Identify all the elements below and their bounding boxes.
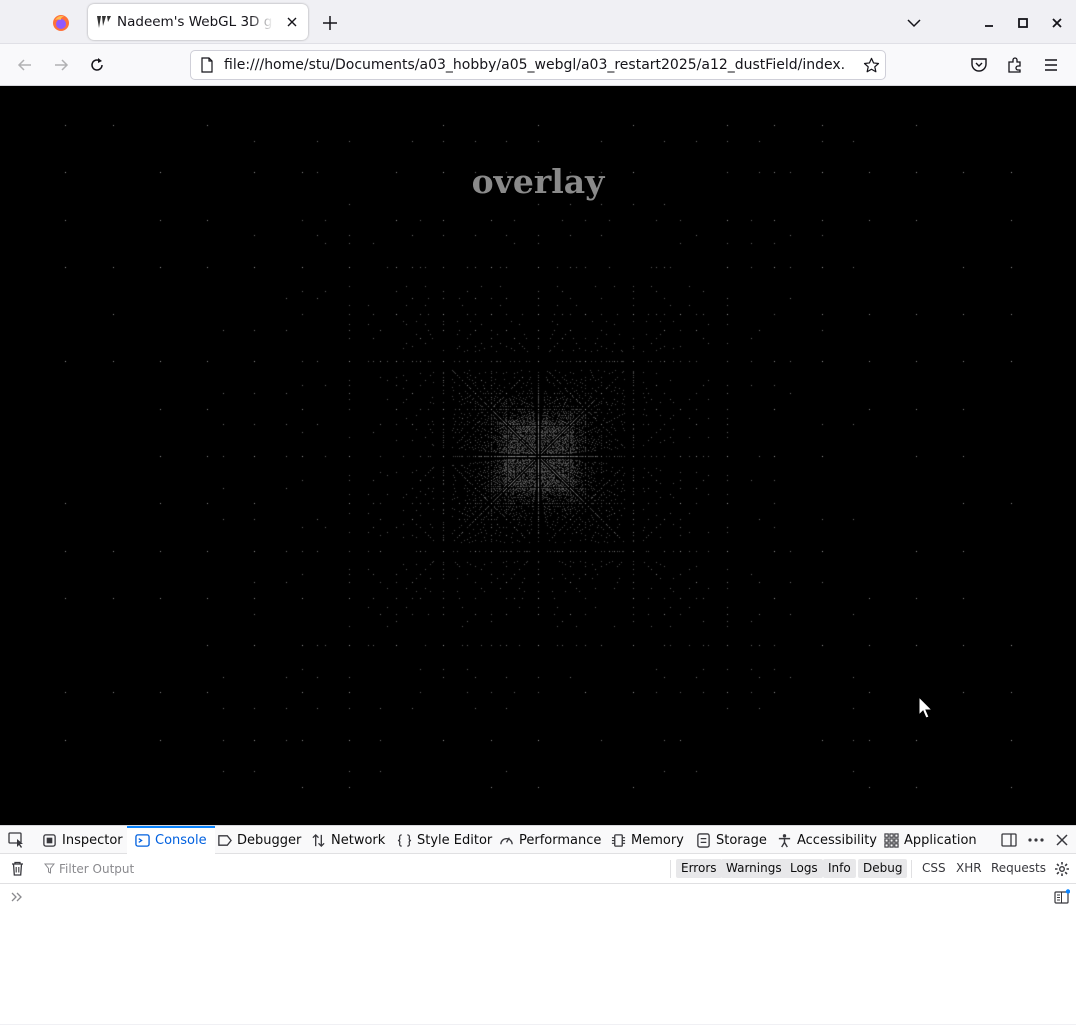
tab-network[interactable]: Network [311,826,385,854]
tab-title: Nadeem's WebGL 3D graphics [117,14,273,30]
filter-logs-toggle[interactable]: Logs [785,859,823,878]
tab-label: Network [331,832,386,848]
memory-icon [611,833,626,847]
tab-accessibility[interactable]: Accessibility [777,826,877,854]
url-input[interactable] [224,57,844,73]
tab-label: Accessibility [797,832,877,848]
overlay-label: overlay [471,162,605,201]
bookmark-star-icon[interactable] [863,57,880,74]
hamburger-menu-icon[interactable] [1042,56,1060,74]
devtools-toolbar: Inspector Console Debugger Network Style… [0,826,1076,854]
tab-label: Storage [716,832,767,848]
pocket-icon[interactable] [970,56,988,74]
toolbar-divider [911,860,912,878]
tab-performance[interactable]: Performance [499,826,601,854]
extensions-icon[interactable] [1006,56,1024,74]
browser-tab[interactable]: Nadeem's WebGL 3D graphics [88,4,308,40]
more-options-icon[interactable] [1027,832,1045,848]
dock-side-icon[interactable] [1001,832,1017,848]
filter-xhr-toggle[interactable]: XHR [952,859,986,878]
tab-label: Console [155,832,207,848]
tab-label: Performance [519,832,602,848]
tab-label: Inspector [62,832,123,848]
console-settings-gear-icon[interactable] [1054,861,1070,877]
editor-mode-toggle-icon[interactable] [1054,889,1070,905]
back-arrow-icon[interactable] [16,56,34,74]
clear-console-trash-icon[interactable] [10,861,25,876]
tab-label: Debugger [237,832,302,848]
filter-requests-toggle[interactable]: Requests [987,859,1050,878]
webgl-viewport[interactable]: overlay [0,86,1076,825]
tab-strip: Nadeem's WebGL 3D graphics [0,0,1076,44]
tab-memory[interactable]: Memory [611,826,684,854]
filter-debug-toggle[interactable]: Debug [858,859,908,878]
toolbar-divider [670,860,671,878]
inspector-icon [43,833,56,847]
console-filter-bar: Errors Warnings Logs Info Debug CSS XHR … [0,854,1076,884]
console-prompt-chevron-icon [11,892,22,902]
network-icon [312,833,325,847]
minimize-window-icon[interactable] [980,14,998,32]
performance-icon [500,836,513,844]
site-favicon-icon [97,16,111,28]
close-window-icon[interactable] [1048,14,1066,32]
filter-warnings-toggle[interactable]: Warnings [721,859,787,878]
tab-storage[interactable]: Storage [696,826,767,854]
application-icon [884,832,899,848]
tab-console[interactable]: Console [127,826,215,854]
close-tab-icon[interactable] [284,14,300,30]
tab-label: Memory [631,832,684,848]
filter-css-toggle[interactable]: CSS [918,859,950,878]
navigation-toolbar [0,44,1076,86]
console-output-area[interactable] [0,884,1076,1025]
accessibility-icon [778,833,791,847]
element-picker-icon[interactable] [8,832,26,848]
tab-application[interactable]: Application [884,826,977,854]
mouse-cursor-icon [918,696,934,719]
filter-info-toggle[interactable]: Info [823,859,856,878]
firefox-view-icon[interactable] [52,14,70,32]
filter-errors-toggle[interactable]: Errors [676,859,722,878]
devtools-panel: Inspector Console Debugger Network Style… [0,825,1076,1024]
style-editor-icon [397,833,412,847]
console-input[interactable] [32,888,1016,910]
close-devtools-icon[interactable] [1054,832,1070,848]
tab-inspector[interactable]: Inspector [42,826,123,854]
tab-label: Application [904,832,977,848]
console-icon [135,833,150,847]
maximize-window-icon[interactable] [1014,14,1032,32]
page-icon [201,57,213,73]
list-all-tabs-icon[interactable] [905,16,923,30]
storage-icon [697,832,710,848]
reload-icon[interactable] [88,56,106,74]
filter-funnel-icon [44,863,55,874]
new-tab-icon[interactable] [321,14,339,32]
forward-arrow-icon[interactable] [52,56,70,74]
tab-debugger[interactable]: Debugger [217,826,301,854]
tab-style-editor[interactable]: Style Editor [397,826,492,854]
address-bar[interactable] [190,50,886,80]
debugger-icon [218,834,232,846]
tab-label: Style Editor [417,832,493,848]
filter-output-input[interactable] [59,859,619,879]
